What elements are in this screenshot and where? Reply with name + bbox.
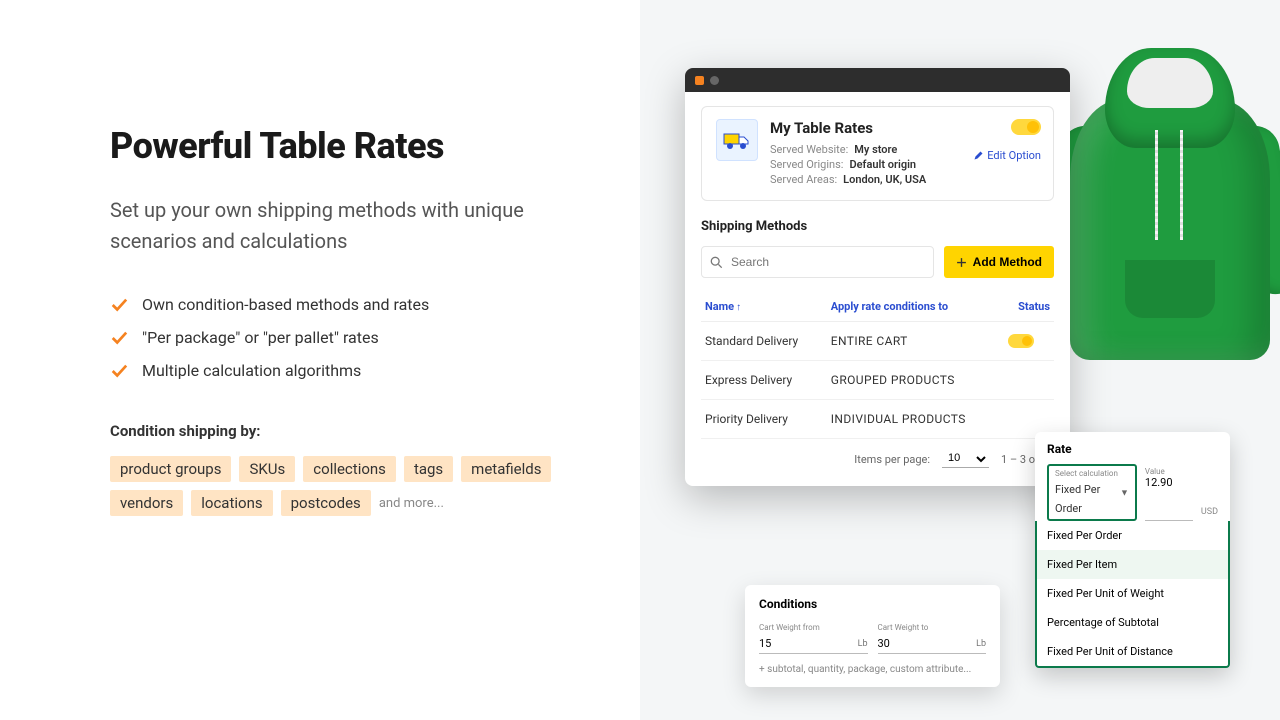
check-icon: [110, 362, 128, 380]
rate-value-field[interactable]: Value 12.90: [1145, 464, 1193, 521]
served-origins-key: Served Origins:: [770, 158, 843, 171]
table-row[interactable]: Express Delivery GROUPED PRODUCTS: [701, 361, 1054, 400]
window-titlebar: [685, 68, 1070, 92]
feature-item: "Per package" or "per pallet" rates: [142, 328, 379, 347]
condition-pills: product groups SKUs collections tags met…: [110, 456, 580, 516]
window-control-icon[interactable]: [710, 76, 719, 85]
value-amount: 12.90: [1145, 476, 1193, 489]
field-value: 15: [759, 637, 771, 650]
pill: tags: [404, 456, 453, 482]
unit-label: Lb: [858, 639, 868, 649]
pill: vendors: [110, 490, 183, 516]
served-areas-key: Served Areas:: [770, 173, 837, 186]
dropdown-option[interactable]: Fixed Per Unit of Weight: [1037, 579, 1228, 608]
col-name[interactable]: Name↑: [701, 292, 827, 322]
method-apply: GROUPED PRODUCTS: [827, 361, 1005, 400]
edit-option-link[interactable]: Edit Option: [973, 149, 1041, 162]
card-title: My Table Rates: [770, 119, 1039, 137]
conditions-title: Conditions: [759, 597, 986, 611]
method-apply: ENTIRE CART: [827, 322, 1005, 361]
dropdown-option[interactable]: Fixed Per Item: [1037, 550, 1228, 579]
methods-table: Name↑ Apply rate conditions to Status St…: [701, 292, 1054, 439]
served-website-value: My store: [854, 143, 897, 156]
select-label: Select calculation: [1055, 469, 1129, 478]
method-name: Express Delivery: [701, 361, 827, 400]
pill: collections: [303, 456, 396, 482]
sort-asc-icon: ↑: [736, 302, 741, 313]
table-row[interactable]: Standard Delivery ENTIRE CART: [701, 322, 1054, 361]
chevron-down-icon: ▼: [1120, 487, 1129, 498]
table-row[interactable]: Priority Delivery INDIVIDUAL PRODUCTS: [701, 400, 1054, 439]
items-per-page-label: Items per page:: [854, 453, 930, 466]
feature-item: Multiple calculation algorithms: [142, 361, 361, 380]
page-subtitle: Set up your own shipping methods with un…: [110, 195, 580, 257]
conditions-more: + subtotal, quantity, package, custom at…: [759, 664, 986, 675]
rate-popover: Rate Select calculation Fixed Per Order …: [1035, 432, 1230, 668]
rate-title: Rate: [1047, 442, 1218, 456]
dropdown-option[interactable]: Fixed Per Unit of Distance: [1037, 637, 1228, 666]
truck-icon: [716, 119, 758, 161]
calculation-select[interactable]: Select calculation Fixed Per Order ▼: [1047, 464, 1137, 521]
value-label: Value: [1145, 467, 1193, 476]
shipping-methods-title: Shipping Methods: [701, 219, 1054, 234]
page-title: Powerful Table Rates: [110, 125, 580, 167]
search-icon: [710, 256, 723, 269]
hoodie-image: [1055, 30, 1280, 390]
calculation-dropdown: Fixed Per Order Fixed Per Item Fixed Per…: [1035, 521, 1230, 668]
window-control-icon[interactable]: [695, 76, 704, 85]
condition-label: Condition shipping by:: [110, 422, 580, 440]
feature-list: Own condition-based methods and rates "P…: [110, 295, 580, 380]
col-apply[interactable]: Apply rate conditions to: [827, 292, 1005, 322]
add-method-label: Add Method: [973, 255, 1042, 269]
weight-from-field[interactable]: Cart Weight from 15 Lb: [759, 621, 868, 654]
check-icon: [110, 329, 128, 347]
and-more-label: and more...: [379, 496, 444, 511]
method-name: Standard Delivery: [701, 322, 827, 361]
field-label: Cart Weight from: [759, 623, 868, 632]
pencil-icon: [973, 151, 983, 161]
items-per-page-select[interactable]: 10: [942, 451, 989, 468]
served-origins-value: Default origin: [849, 158, 916, 171]
col-status[interactable]: Status: [1004, 292, 1054, 322]
unit-label: Lb: [976, 639, 986, 649]
row-toggle[interactable]: [1008, 334, 1034, 348]
served-website-key: Served Website:: [770, 143, 848, 156]
pill: metafields: [461, 456, 551, 482]
pill: product groups: [110, 456, 231, 482]
field-label: Cart Weight to: [878, 623, 987, 632]
search-input[interactable]: [731, 255, 925, 269]
currency-label: USD: [1201, 507, 1218, 521]
served-areas-value: London, UK, USA: [843, 173, 926, 186]
method-apply: INDIVIDUAL PRODUCTS: [827, 400, 1005, 439]
dropdown-option[interactable]: Fixed Per Order: [1037, 521, 1228, 550]
select-value: Fixed Per Order: [1055, 483, 1100, 515]
option-card: Edit Option My Table Rates Served Websit…: [701, 106, 1054, 201]
pill: SKUs: [239, 456, 295, 482]
pill: postcodes: [281, 490, 371, 516]
check-icon: [110, 296, 128, 314]
feature-item: Own condition-based methods and rates: [142, 295, 429, 314]
plus-icon: [956, 257, 967, 268]
weight-to-field[interactable]: Cart Weight to 30 Lb: [878, 621, 987, 654]
app-window: Edit Option My Table Rates Served Websit…: [685, 68, 1070, 486]
pill: locations: [191, 490, 272, 516]
conditions-card: Conditions Cart Weight from 15 Lb Cart W…: [745, 585, 1000, 687]
field-value: 30: [878, 637, 890, 650]
add-method-button[interactable]: Add Method: [944, 246, 1054, 278]
method-name: Priority Delivery: [701, 400, 827, 439]
edit-option-label: Edit Option: [987, 149, 1041, 162]
search-input-wrapper[interactable]: [701, 246, 934, 278]
option-toggle[interactable]: [1011, 119, 1041, 135]
dropdown-option[interactable]: Percentage of Subtotal: [1037, 608, 1228, 637]
